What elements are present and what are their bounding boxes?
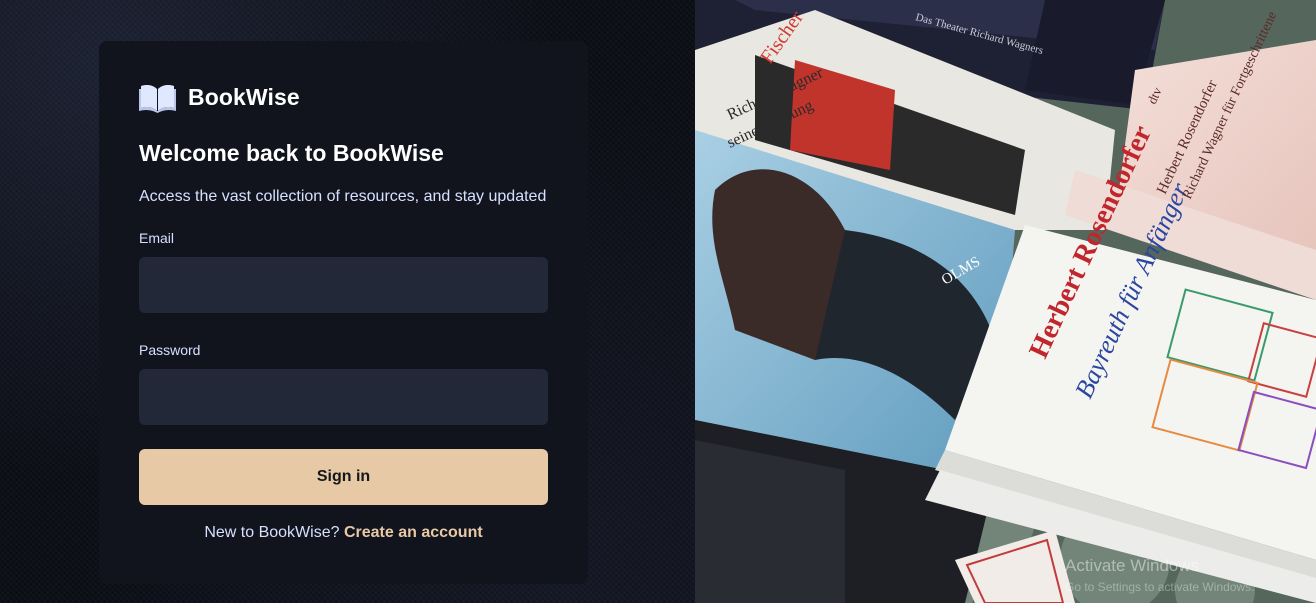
password-field[interactable] <box>139 369 548 425</box>
email-label: Email <box>139 230 175 246</box>
brand: BookWise <box>139 81 300 113</box>
book-stack-illustration: Fischer Richard Wagner seine Wirkung Das… <box>695 0 1316 603</box>
left-pane: BookWise Welcome back to BookWise Access… <box>0 0 695 603</box>
page-title: Welcome back to BookWise <box>139 140 444 166</box>
auth-card: BookWise Welcome back to BookWise Access… <box>99 41 588 584</box>
open-book-icon <box>139 85 176 113</box>
email-field[interactable] <box>139 257 548 313</box>
signup-row: New to BookWise? Create an account <box>99 524 588 542</box>
login-page: BookWise Welcome back to BookWise Access… <box>0 0 1316 603</box>
activate-windows-title: Activate Windows <box>1065 556 1200 575</box>
brand-name: BookWise <box>188 83 300 110</box>
activate-windows-sub: Go to Settings to activate Windows. <box>1065 580 1255 594</box>
page-subtitle: Access the vast collection of resources,… <box>139 188 547 205</box>
create-account-link[interactable]: Create an account <box>344 524 483 541</box>
hero-image: Fischer Richard Wagner seine Wirkung Das… <box>695 0 1316 603</box>
sign-in-button[interactable]: Sign in <box>139 449 548 505</box>
password-label: Password <box>139 342 201 358</box>
signup-prompt: New to BookWise? <box>204 524 340 541</box>
